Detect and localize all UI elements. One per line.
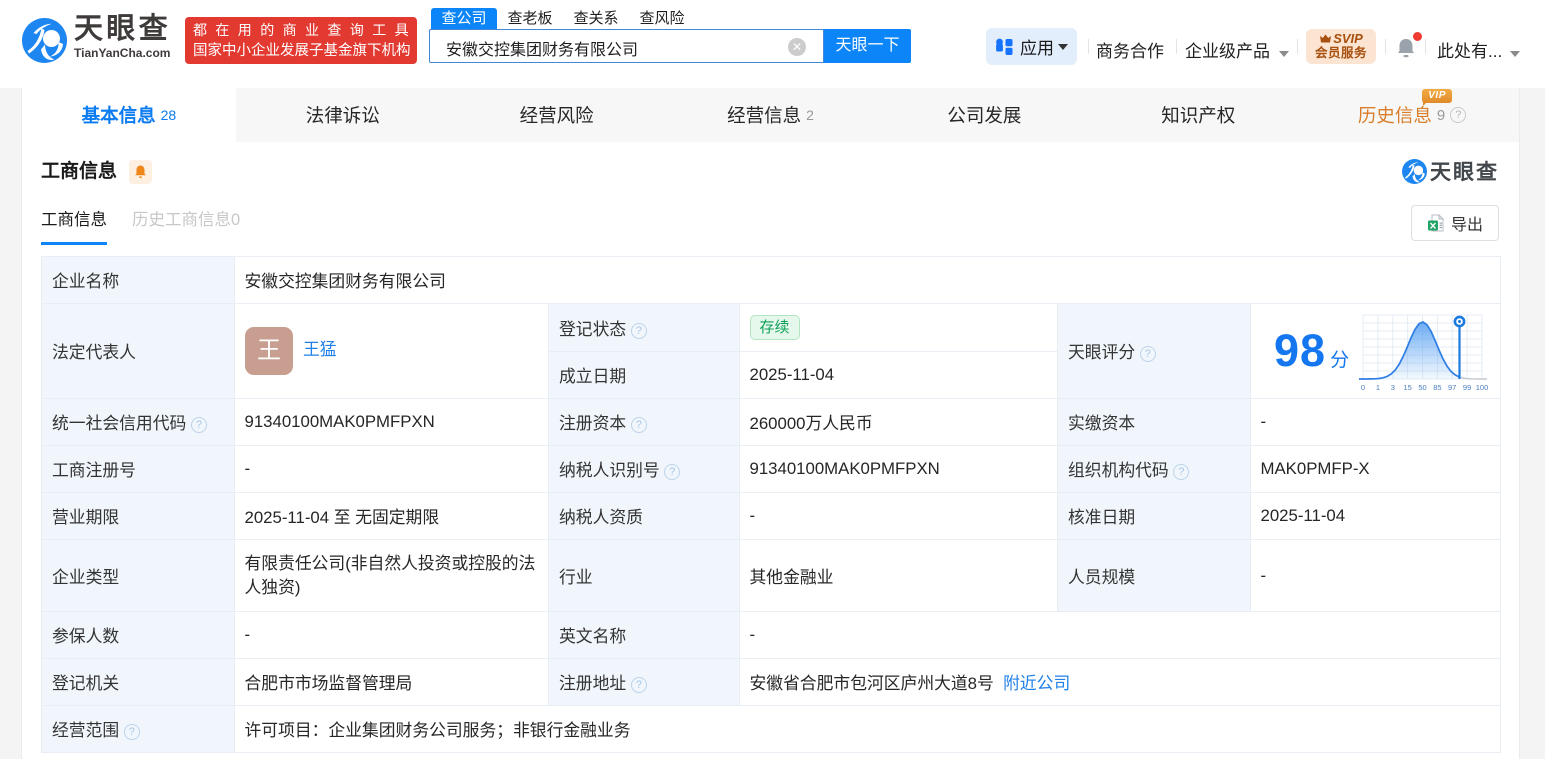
svg-text:85: 85 [1433, 383, 1441, 392]
svg-text:0: 0 [1361, 383, 1365, 392]
svg-text:100: 100 [1476, 383, 1489, 392]
svg-text:3: 3 [1391, 383, 1395, 392]
svg-text:99: 99 [1463, 383, 1471, 392]
svg-text:50: 50 [1418, 383, 1426, 392]
svg-text:97: 97 [1448, 383, 1456, 392]
svg-text:1: 1 [1376, 383, 1380, 392]
svg-text:15: 15 [1404, 383, 1412, 392]
